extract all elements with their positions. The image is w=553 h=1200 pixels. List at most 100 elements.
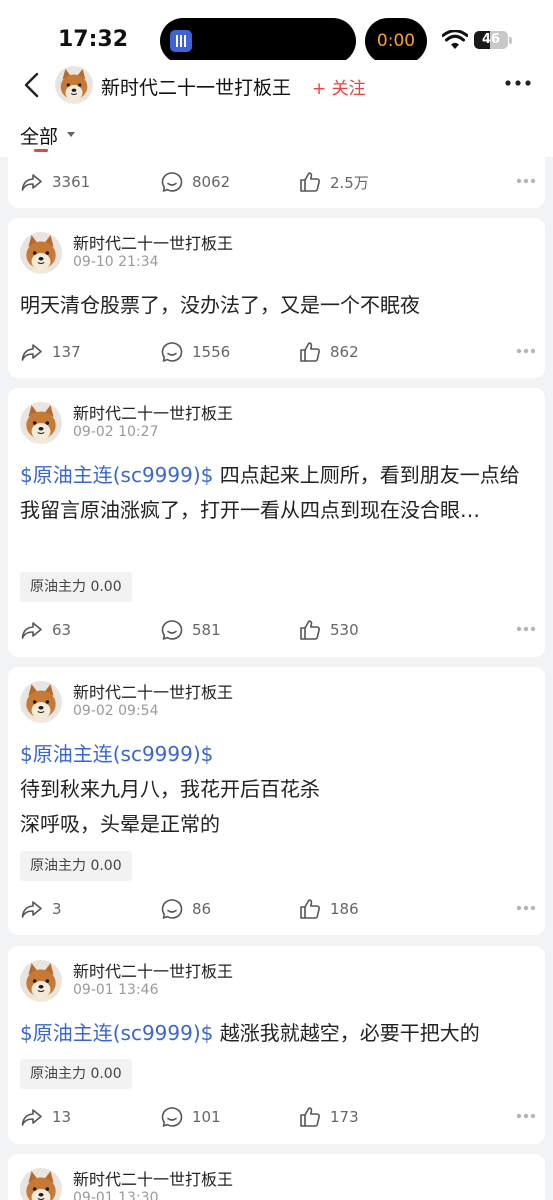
post-actions: 3 86 186 — [20, 896, 540, 922]
avatar[interactable] — [20, 960, 62, 1002]
follow-button[interactable]: + 关注 — [312, 74, 366, 99]
filter-bar: 全部 — [0, 110, 553, 157]
like-button[interactable]: 173 — [298, 1104, 359, 1130]
share-count: 3 — [52, 900, 62, 918]
like-button[interactable]: 530 — [298, 617, 359, 643]
post-content[interactable]: $原油主连(sc9999)$ 越涨我就越空，必要干把大的 — [20, 1016, 536, 1051]
post-time: 09-01 13:46 — [73, 982, 159, 998]
share-icon — [20, 618, 44, 642]
thumbs-up-icon — [298, 897, 322, 921]
post-time: 09-10 21:34 — [73, 254, 159, 270]
post-card[interactable]: 新时代二十一世打板王 09-01 13:30 — [8, 1154, 545, 1200]
app-activity-icon — [170, 30, 192, 52]
comment-button[interactable]: 581 — [160, 617, 221, 643]
comment-button[interactable]: 86 — [160, 896, 211, 922]
avatar[interactable] — [20, 232, 62, 274]
status-bar: 17:32 0:00 46 — [0, 0, 553, 64]
like-button[interactable]: 2.5万 — [298, 169, 369, 195]
nav-bar: 新时代二十一世打板王 + 关注 — [0, 60, 553, 110]
comment-count: 8062 — [192, 173, 231, 191]
share-button[interactable]: 137 — [20, 339, 81, 365]
share-count: 13 — [52, 1108, 72, 1126]
thumbs-up-icon — [298, 618, 322, 642]
comment-icon — [160, 618, 184, 642]
post-author[interactable]: 新时代二十一世打板王 — [73, 1166, 233, 1190]
comment-icon — [160, 170, 184, 194]
post-content[interactable]: 明天清仓股票了，没办法了，又是一个不眠夜 — [20, 288, 536, 323]
comment-button[interactable]: 101 — [160, 1104, 221, 1130]
comment-count: 86 — [192, 900, 212, 918]
battery-level: 46 — [481, 32, 501, 47]
post-content[interactable]: $原油主连(sc9999)$ 待到秋来九月八，我花开后百花杀 深呼吸，头晕是正常的 — [20, 737, 536, 842]
post-text: 待到秋来九月八，我花开后百花杀 深呼吸，头晕是正常的 — [20, 777, 320, 836]
author-avatar[interactable] — [55, 66, 93, 104]
recording-timer: 0:00 — [376, 31, 416, 51]
share-count: 137 — [52, 343, 81, 361]
author-name[interactable]: 新时代二十一世打板王 — [101, 73, 291, 100]
thumbs-up-icon — [298, 340, 322, 364]
post-author[interactable]: 新时代二十一世打板王 — [73, 230, 233, 254]
share-icon — [20, 1105, 44, 1129]
post-actions: 63 581 530 — [20, 617, 540, 643]
comment-button[interactable]: 8062 — [160, 169, 230, 195]
active-tab-indicator — [34, 149, 48, 152]
caret-down-icon[interactable] — [67, 132, 75, 137]
post-author[interactable]: 新时代二十一世打板王 — [73, 400, 233, 424]
share-icon — [20, 340, 44, 364]
stock-tag[interactable]: 原油主力 0.00 — [20, 572, 132, 602]
stock-link[interactable]: $原油主连(sc9999)$ — [20, 463, 213, 487]
post-author[interactable]: 新时代二十一世打板王 — [73, 679, 233, 703]
dynamic-island — [160, 18, 356, 64]
share-count: 3361 — [52, 173, 91, 191]
post-content[interactable]: $原油主连(sc9999)$ 四点起来上厕所，看到朋友一点给我留言原油涨疯了，打… — [20, 458, 536, 528]
post-time: 09-02 09:54 — [73, 703, 159, 719]
more-dots-icon[interactable] — [516, 626, 536, 632]
stock-link[interactable]: $原油主连(sc9999)$ — [20, 737, 536, 772]
chevron-left-icon[interactable] — [20, 70, 46, 100]
stock-tag[interactable]: 原油主力 0.00 — [20, 851, 132, 881]
comment-count: 1556 — [192, 343, 231, 361]
share-button[interactable]: 63 — [20, 617, 71, 643]
avatar[interactable] — [20, 681, 62, 723]
avatar[interactable] — [20, 402, 62, 444]
comment-button[interactable]: 1556 — [160, 339, 230, 365]
more-dots-icon[interactable] — [516, 178, 536, 184]
like-count: 173 — [330, 1108, 359, 1126]
post-card[interactable]: 新时代二十一世打板王 09-02 10:27 $原油主连(sc9999)$ 四点… — [8, 388, 545, 657]
post-card[interactable]: 新时代二十一世打板王 09-01 13:46 $原油主连(sc9999)$ 越涨… — [8, 946, 545, 1144]
more-dots-icon[interactable] — [516, 1113, 536, 1119]
post-text: 明天清仓股票了，没办法了，又是一个不眠夜 — [20, 293, 420, 317]
stock-link[interactable]: $原油主连(sc9999)$ — [20, 1021, 213, 1045]
filter-all-tab[interactable]: 全部 — [20, 122, 58, 149]
comment-icon — [160, 897, 184, 921]
like-count: 862 — [330, 343, 359, 361]
more-dots-icon[interactable] — [516, 348, 536, 354]
share-button[interactable]: 3361 — [20, 169, 90, 195]
post-card[interactable]: 新时代二十一世打板王 09-10 21:34 明天清仓股票了，没办法了，又是一个… — [8, 218, 545, 378]
status-time: 17:32 — [58, 27, 129, 52]
share-button[interactable]: 13 — [20, 1104, 71, 1130]
post-author[interactable]: 新时代二十一世打板王 — [73, 958, 233, 982]
stock-tag[interactable]: 原油主力 0.00 — [20, 1059, 132, 1089]
share-icon — [20, 170, 44, 194]
battery-tip — [509, 37, 512, 44]
more-dots-icon[interactable] — [516, 905, 536, 911]
share-count: 63 — [52, 621, 72, 639]
thumbs-up-icon — [298, 170, 322, 194]
post-actions: 3361 8062 2.5万 — [20, 169, 540, 195]
post-card[interactable]: 新时代二十一世打板王 09-02 09:54 $原油主连(sc9999)$ 待到秋… — [8, 667, 545, 935]
post-time: 09-02 10:27 — [73, 424, 159, 440]
post-actions: 137 1556 862 — [20, 339, 540, 365]
more-horizontal-icon[interactable] — [505, 80, 531, 86]
avatar[interactable] — [20, 1168, 62, 1200]
battery-icon: 46 — [474, 31, 508, 49]
comment-count: 101 — [192, 1108, 221, 1126]
thumbs-up-icon — [298, 1105, 322, 1129]
comment-icon — [160, 340, 184, 364]
post-time: 09-01 13:30 — [73, 1190, 159, 1200]
like-button[interactable]: 862 — [298, 339, 359, 365]
share-icon — [20, 897, 44, 921]
wifi-icon — [442, 30, 468, 49]
share-button[interactable]: 3 — [20, 896, 62, 922]
like-button[interactable]: 186 — [298, 896, 359, 922]
